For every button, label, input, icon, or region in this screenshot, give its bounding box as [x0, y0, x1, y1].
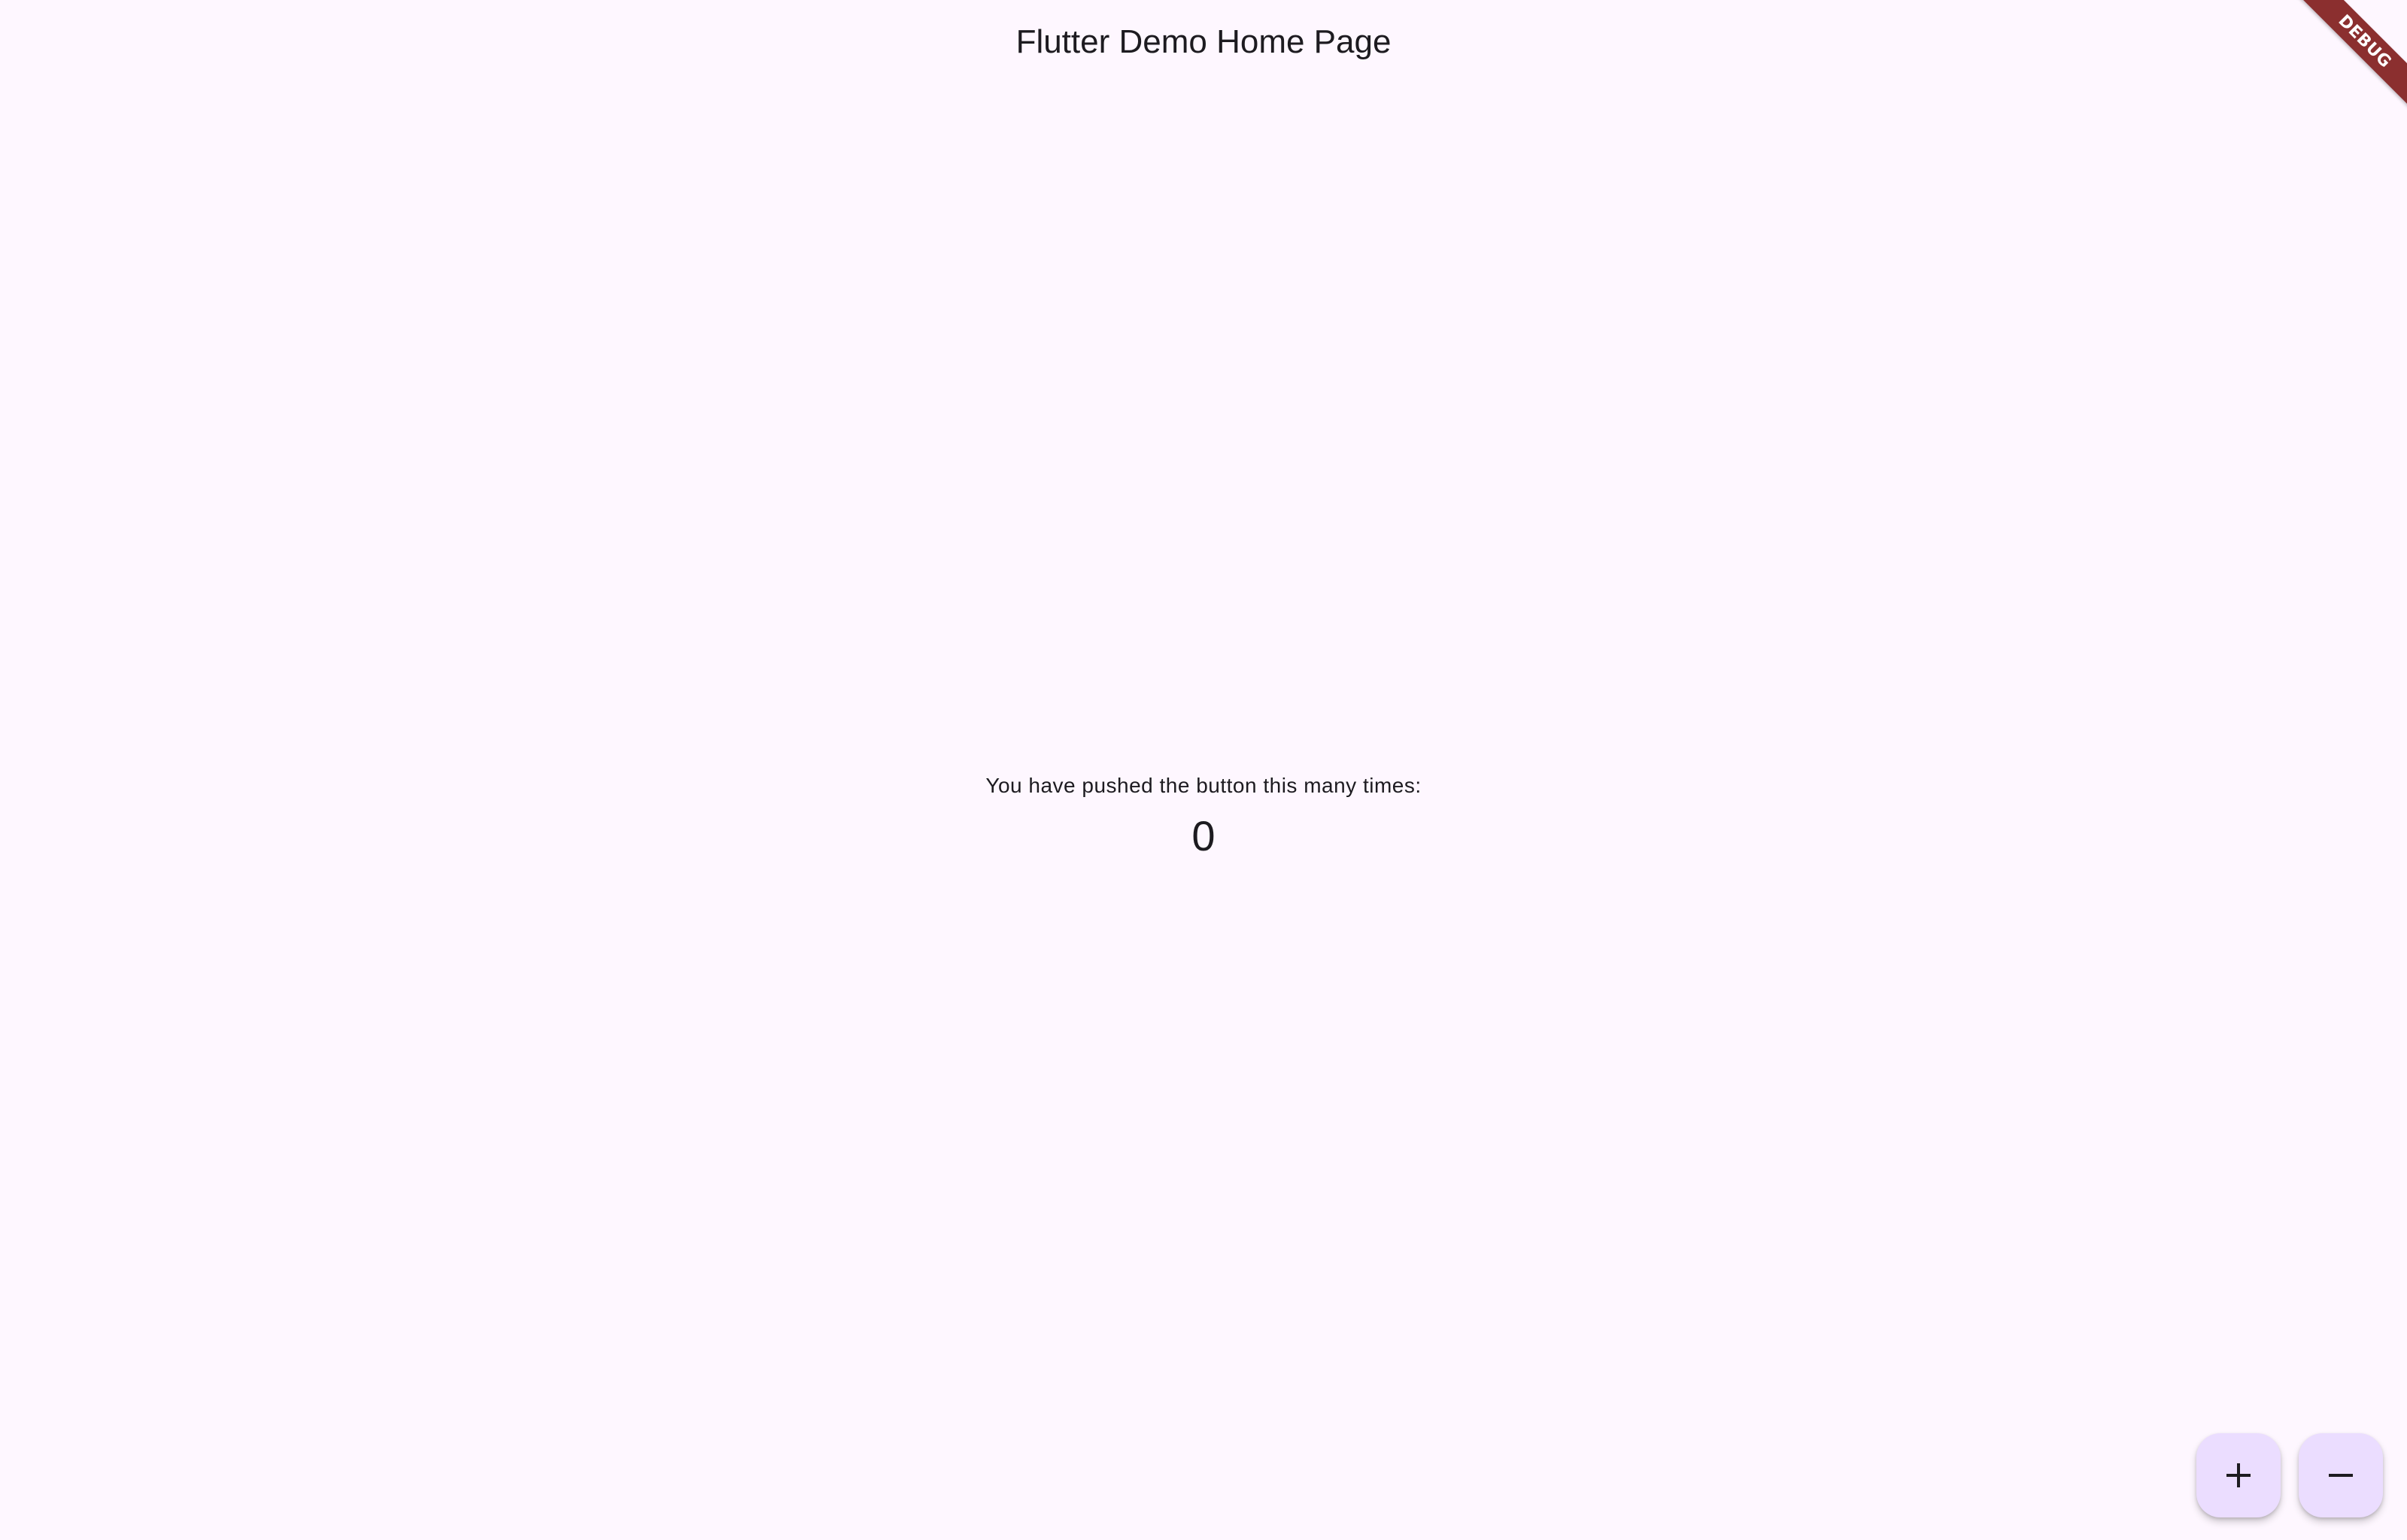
- app-bar: Flutter Demo Home Page: [0, 0, 2407, 84]
- counter-message: You have pushed the button this many tim…: [985, 774, 1422, 797]
- page-title: Flutter Demo Home Page: [1015, 23, 1392, 60]
- increment-button[interactable]: [2196, 1433, 2281, 1517]
- counter-value: 0: [1191, 812, 1216, 859]
- app-window: Flutter Demo Home Page You have pushed t…: [0, 0, 2407, 1540]
- minus-icon: [2329, 1474, 2353, 1477]
- decrement-button[interactable]: [2299, 1433, 2383, 1517]
- plus-icon: [2226, 1463, 2251, 1487]
- counter-section: You have pushed the button this many tim…: [0, 759, 2407, 865]
